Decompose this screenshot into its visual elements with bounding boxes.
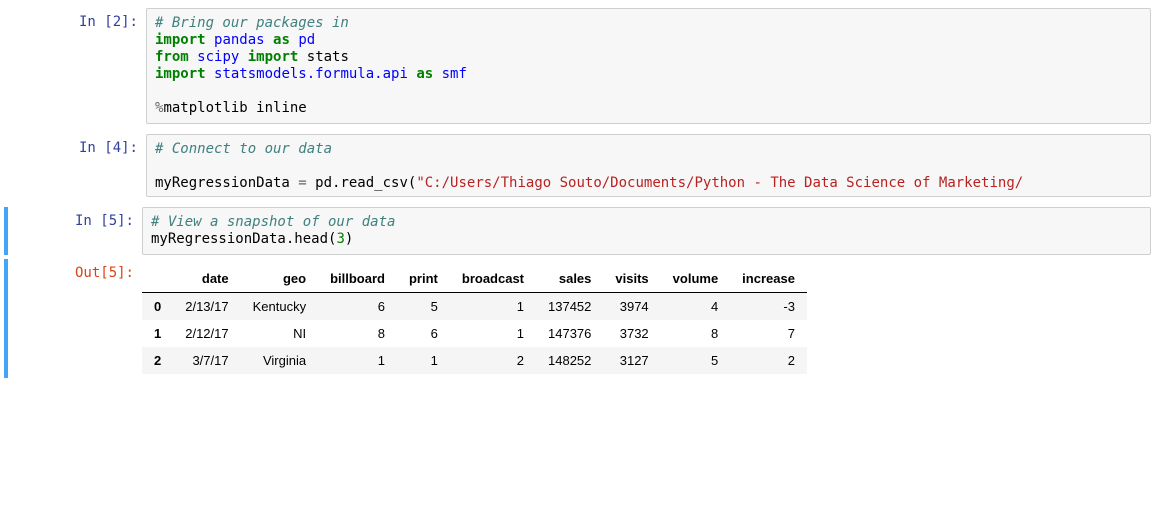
- comment: # Connect to our data: [155, 141, 332, 157]
- kw-import: import: [248, 49, 299, 65]
- module-scipy: scipy: [197, 49, 239, 65]
- module-pandas: pandas: [214, 32, 265, 48]
- magic-matplotlib: matplotlib: [163, 100, 247, 116]
- cell-billboard: 8: [318, 320, 397, 347]
- cell-print: 6: [397, 320, 450, 347]
- cell-geo: Kentucky: [241, 293, 318, 321]
- cell-print: 5: [397, 293, 450, 321]
- code-scroll[interactable]: # Connect to our data myRegressionData =…: [155, 141, 1142, 196]
- cell-sales: 148252: [536, 347, 603, 374]
- cell-date: 2/12/17: [173, 320, 240, 347]
- table-row: 2 3/7/17 Virginia 1 1 2 148252 3127 5 2: [142, 347, 807, 374]
- cell-visits: 3974: [603, 293, 660, 321]
- col-volume: volume: [661, 265, 731, 293]
- cell-volume: 8: [661, 320, 731, 347]
- arg-num: 3: [336, 231, 344, 247]
- cell-date: 3/7/17: [173, 347, 240, 374]
- cell-volume: 5: [661, 347, 731, 374]
- kw-as: as: [416, 66, 433, 82]
- comment: # View a snapshot of our data: [151, 214, 395, 230]
- dataframe-table: date geo billboard print broadcast sales…: [142, 265, 807, 374]
- cell-geo: Virginia: [241, 347, 318, 374]
- code-content: # Bring our packages in import pandas as…: [155, 15, 1142, 117]
- col-geo: geo: [241, 265, 318, 293]
- code-input-area[interactable]: # View a snapshot of our data myRegressi…: [142, 207, 1151, 255]
- row-index: 2: [142, 347, 173, 374]
- module-stats: stats: [307, 49, 349, 65]
- module-statsmodels: statsmodels.formula.api: [214, 66, 408, 82]
- input-prompt: In [4]:: [8, 134, 146, 197]
- output-prompt: Out[5]:: [8, 259, 142, 378]
- notebook: In [2]: # Bring our packages in import p…: [0, 0, 1159, 396]
- cell-increase: 2: [730, 347, 807, 374]
- code-input-area[interactable]: # Connect to our data myRegressionData =…: [146, 134, 1151, 197]
- cell-date: 2/13/17: [173, 293, 240, 321]
- alias-smf: smf: [442, 66, 467, 82]
- cell-visits: 3732: [603, 320, 660, 347]
- code-content: # View a snapshot of our data myRegressi…: [151, 214, 1142, 248]
- col-billboard: billboard: [318, 265, 397, 293]
- input-prompt: In [2]:: [8, 8, 146, 124]
- paren-close: ): [345, 231, 353, 247]
- row-index: 1: [142, 320, 173, 347]
- cell-visits: 3127: [603, 347, 660, 374]
- kw-import: import: [155, 66, 206, 82]
- code-cell-2[interactable]: In [2]: # Bring our packages in import p…: [8, 8, 1151, 124]
- file-path-string: "C:/Users/Thiago Souto/Documents/Python …: [416, 175, 1023, 191]
- col-increase: increase: [730, 265, 807, 293]
- table-corner: [142, 265, 173, 293]
- col-date: date: [173, 265, 240, 293]
- table-row: 1 2/12/17 NI 8 6 1 147376 3732 8 7: [142, 320, 807, 347]
- comment: # Bring our packages in: [155, 15, 349, 31]
- output-cell-5: Out[5]: date geo billboard print broadca…: [4, 259, 1151, 378]
- magic-arg: inline: [248, 100, 307, 116]
- cell-volume: 4: [661, 293, 731, 321]
- row-index: 0: [142, 293, 173, 321]
- col-visits: visits: [603, 265, 660, 293]
- code-content: # Connect to our data myRegressionData =…: [155, 141, 1142, 196]
- var-name: myRegressionData: [155, 175, 298, 191]
- cell-increase: -3: [730, 293, 807, 321]
- fn-head: myRegressionData.head(: [151, 231, 336, 247]
- code-input-area[interactable]: # Bring our packages in import pandas as…: [146, 8, 1151, 124]
- kw-from: from: [155, 49, 189, 65]
- cell-print: 1: [397, 347, 450, 374]
- cell-geo: NI: [241, 320, 318, 347]
- cell-broadcast: 1: [450, 320, 536, 347]
- table-row: 0 2/13/17 Kentucky 6 5 1 137452 3974 4 -…: [142, 293, 807, 321]
- cell-broadcast: 2: [450, 347, 536, 374]
- cell-billboard: 1: [318, 347, 397, 374]
- col-sales: sales: [536, 265, 603, 293]
- kw-import: import: [155, 32, 206, 48]
- col-print: print: [397, 265, 450, 293]
- cell-increase: 7: [730, 320, 807, 347]
- cell-billboard: 6: [318, 293, 397, 321]
- cell-sales: 147376: [536, 320, 603, 347]
- code-cell-4[interactable]: In [4]: # Connect to our data myRegressi…: [8, 134, 1151, 197]
- table-header-row: date geo billboard print broadcast sales…: [142, 265, 807, 293]
- col-broadcast: broadcast: [450, 265, 536, 293]
- cell-broadcast: 1: [450, 293, 536, 321]
- cell-sales: 137452: [536, 293, 603, 321]
- fn-read-csv: pd.read_csv(: [307, 175, 417, 191]
- output-area: date geo billboard print broadcast sales…: [142, 259, 1151, 378]
- input-prompt: In [5]:: [8, 207, 142, 255]
- code-cell-5[interactable]: In [5]: # View a snapshot of our data my…: [4, 207, 1151, 255]
- alias-pd: pd: [298, 32, 315, 48]
- equals: =: [298, 175, 306, 191]
- kw-as: as: [273, 32, 290, 48]
